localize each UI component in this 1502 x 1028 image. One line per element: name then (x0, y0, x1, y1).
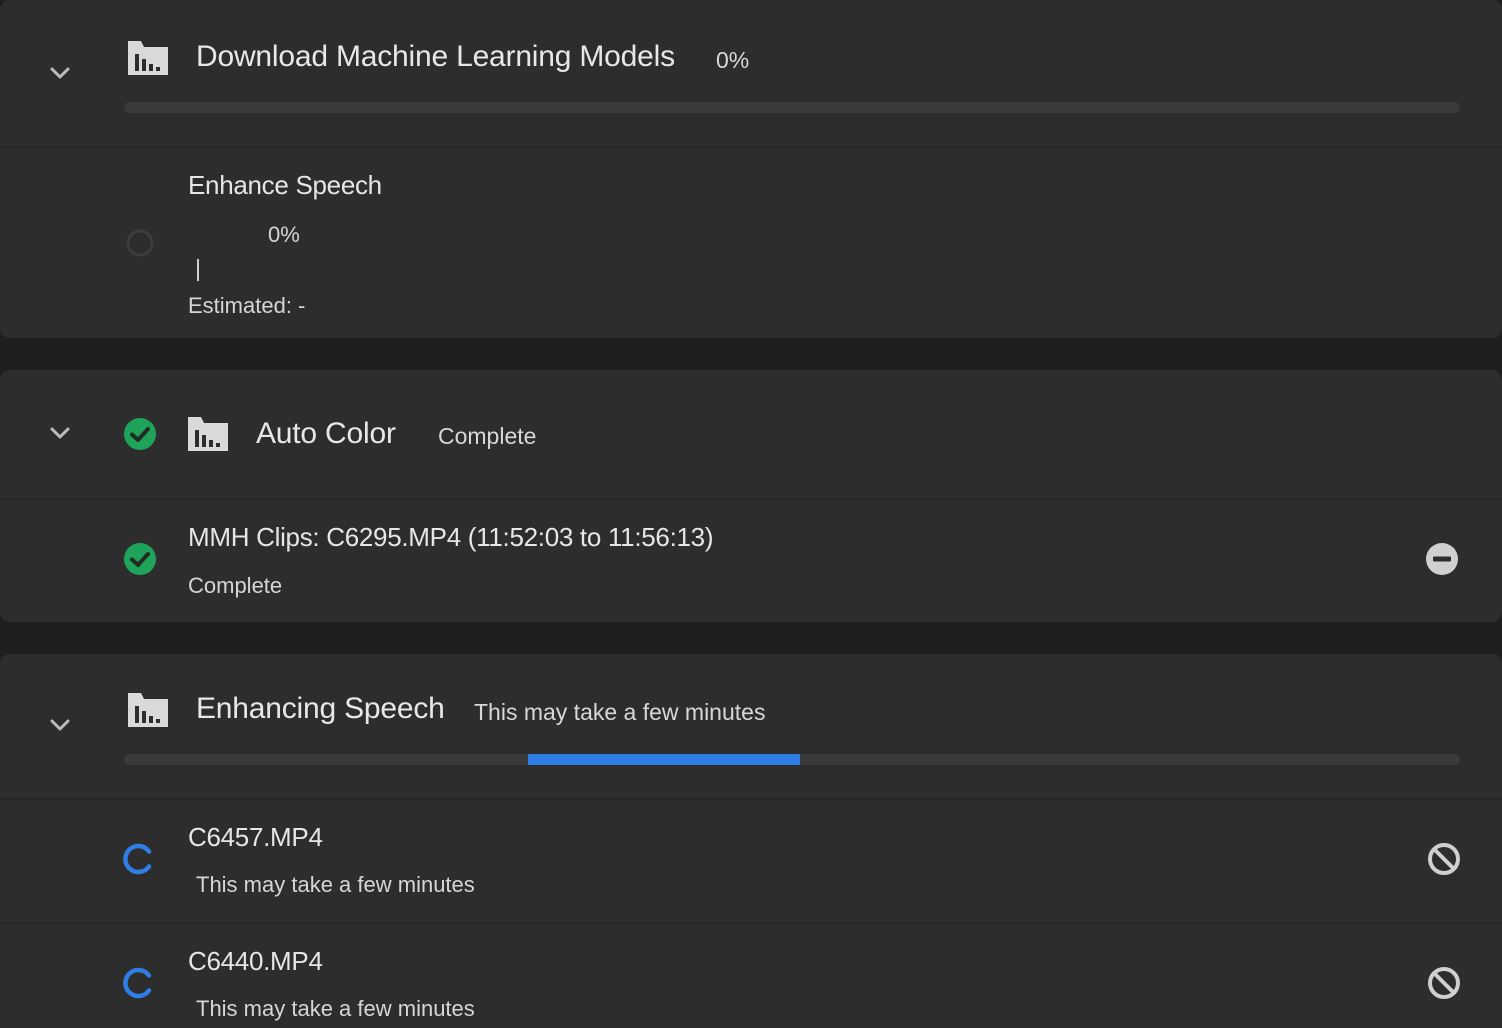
auto-color-panel: Auto Color Complete MMH Clips: C6295.MP4… (0, 370, 1502, 622)
item-progress-indicator (197, 259, 199, 281)
section-title: Auto Color (256, 417, 396, 450)
item-title: Enhance Speech (188, 170, 382, 200)
download-models-panel: Download Machine Learning Models 0% Enha… (0, 0, 1502, 338)
section-status: Complete (438, 423, 537, 449)
spinner-icon (122, 842, 156, 876)
check-circle-icon (123, 417, 157, 451)
section-progress-track (124, 102, 1460, 113)
check-circle-icon (123, 542, 157, 576)
enhancing-speech-panel: Enhancing Speech This may take a few min… (0, 654, 1502, 1028)
item-status: This may take a few minutes (196, 872, 475, 897)
section-percent: 0% (716, 47, 750, 73)
folder-chart-icon (126, 689, 170, 729)
section-progress-track (124, 754, 1460, 765)
item-title: MMH Clips: C6295.MP4 (11:52:03 to 11:56:… (188, 522, 714, 552)
chevron-down-icon[interactable] (47, 60, 73, 86)
item-status: This may take a few minutes (196, 996, 475, 1021)
spinner-icon (122, 966, 156, 1000)
folder-chart-icon (186, 413, 230, 453)
item-title: C6440.MP4 (188, 946, 323, 976)
indeterminate-progress-fill (528, 754, 800, 765)
remove-circle-icon[interactable] (1424, 541, 1460, 577)
cancel-icon[interactable] (1426, 841, 1462, 877)
chevron-down-icon[interactable] (47, 420, 73, 446)
folder-chart-icon (126, 37, 170, 77)
cancel-icon[interactable] (1426, 965, 1462, 1001)
section-title: Download Machine Learning Models (196, 40, 675, 73)
section-status: This may take a few minutes (474, 699, 766, 725)
section-title: Enhancing Speech (196, 692, 445, 725)
item-percent: 0% (268, 222, 300, 247)
pending-circle-icon (123, 226, 157, 260)
item-status: Complete (188, 573, 283, 598)
item-title: C6457.MP4 (188, 822, 323, 852)
chevron-down-icon[interactable] (47, 712, 73, 738)
item-estimated: Estimated: - (188, 293, 306, 318)
